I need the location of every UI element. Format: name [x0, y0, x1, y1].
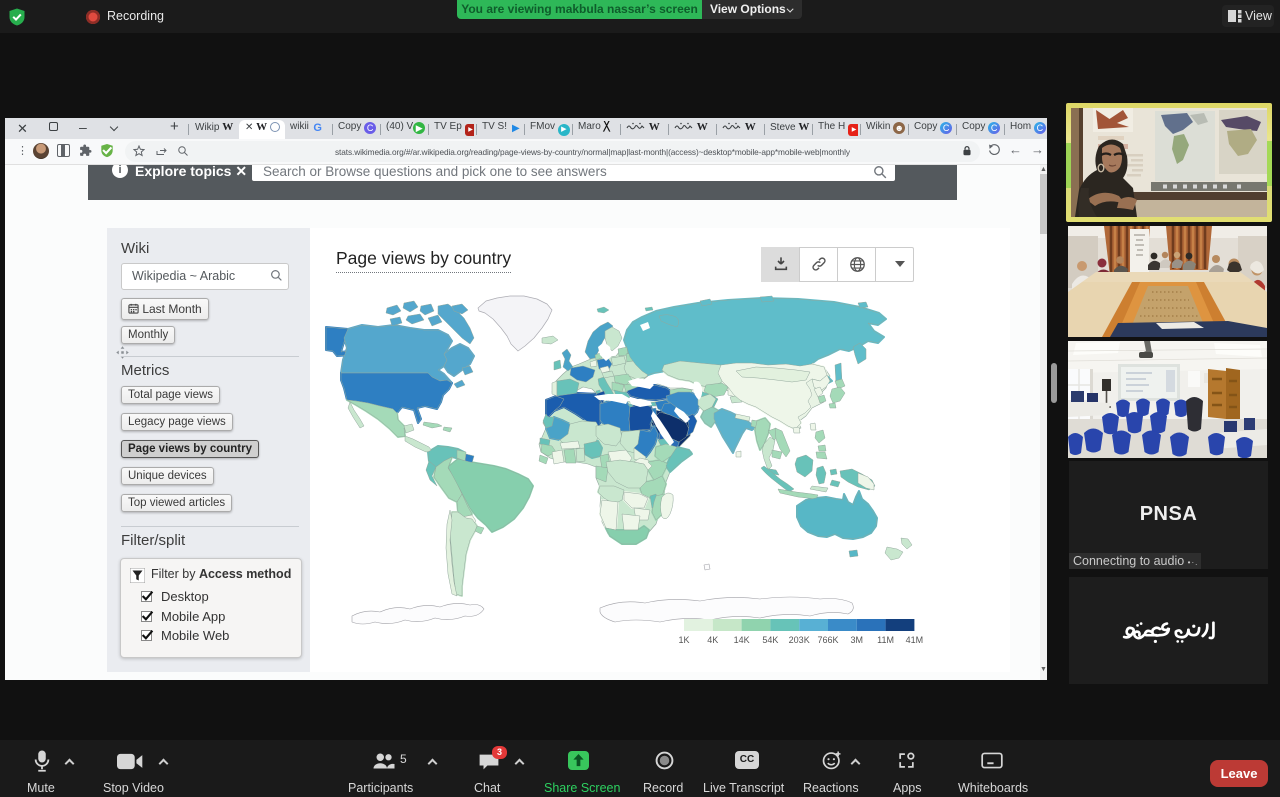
svg-text:41M: 41M	[906, 635, 924, 645]
svg-text:3M: 3M	[851, 635, 864, 645]
svg-text:54K: 54K	[762, 635, 778, 645]
svg-text:1K: 1K	[678, 635, 689, 645]
svg-text:14K: 14K	[734, 635, 750, 645]
svg-text:4K: 4K	[707, 635, 718, 645]
svg-text:766K: 766K	[817, 635, 838, 645]
svg-text:203K: 203K	[789, 635, 810, 645]
svg-text:11M: 11M	[877, 635, 894, 645]
